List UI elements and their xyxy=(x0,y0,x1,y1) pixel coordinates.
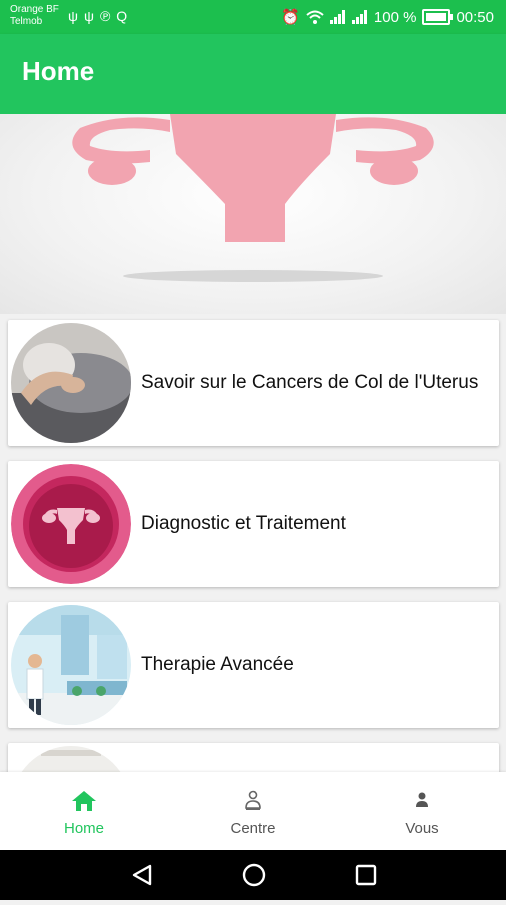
doctor-hospital-illustration xyxy=(11,605,131,725)
signal-icon xyxy=(329,10,345,24)
centre-icon xyxy=(169,790,337,812)
search-app-icon: Q xyxy=(116,8,134,24)
nav-home-label: Home xyxy=(63,820,104,837)
uterus-pink-circle-icon xyxy=(11,464,131,584)
usb-icon: ψ xyxy=(83,8,100,24)
list-item-title: Diagnostic et Traitement xyxy=(141,513,346,534)
nav-vous[interactable]: Vous xyxy=(338,772,506,850)
page-title: Home xyxy=(22,56,95,86)
clock: 00:50 xyxy=(456,8,494,26)
topic-list: Savoir sur le Cancers de Col de l'Uterus… xyxy=(0,318,506,772)
uterus-illustration xyxy=(72,114,434,282)
list-item-title: Therapie Avancée xyxy=(141,654,294,675)
signal-icon xyxy=(351,10,367,24)
hero-banner xyxy=(0,114,506,314)
wifi-icon xyxy=(306,10,324,24)
usb-icon: ψ xyxy=(68,8,84,24)
notification-icons: ψψ℗Q xyxy=(68,8,133,24)
list-item-diagnostic[interactable]: Diagnostic et Traitement xyxy=(8,461,499,587)
person-icon xyxy=(338,790,506,812)
home-circle-icon[interactable] xyxy=(242,863,266,887)
nav-home[interactable]: Home xyxy=(0,772,168,850)
nav-centre-label: Centre xyxy=(230,820,276,837)
nav-centre[interactable]: Centre xyxy=(169,772,337,850)
battery-percent: 100 % xyxy=(373,8,417,26)
list-item-partial[interactable] xyxy=(8,743,499,772)
list-item-title: Savoir sur le Cancers de Col de l'Uterus xyxy=(141,372,479,393)
woman-abdominal-pain-photo xyxy=(11,323,131,443)
recents-icon[interactable] xyxy=(355,864,377,886)
partial-card-image xyxy=(11,746,131,772)
battery-fill xyxy=(426,13,447,21)
back-icon[interactable] xyxy=(132,864,152,886)
alarm-icon: ⏰ xyxy=(281,9,300,26)
battery-icon xyxy=(422,9,454,25)
bottom-navigation: Home Centre Vous xyxy=(0,772,506,850)
system-navigation-bar xyxy=(0,850,506,900)
app-bar: Home xyxy=(0,34,506,114)
list-item-therapie[interactable]: Therapie Avancée xyxy=(8,602,499,728)
nav-vous-label: Vous xyxy=(405,820,439,837)
status-bar: Orange BF Telmob ψψ℗Q ⏰ 100 % 00:50 xyxy=(0,0,506,34)
list-item-savoir[interactable]: Savoir sur le Cancers de Col de l'Uterus xyxy=(8,320,499,446)
system-status: ⏰ 100 % 00:50 xyxy=(281,8,494,27)
carrier-label: Orange BF Telmob xyxy=(10,4,59,28)
pinterest-icon: ℗ xyxy=(99,8,117,24)
home-icon xyxy=(0,790,168,812)
carrier-network: Telmob xyxy=(10,16,43,27)
carrier-name: Orange BF xyxy=(10,4,59,15)
